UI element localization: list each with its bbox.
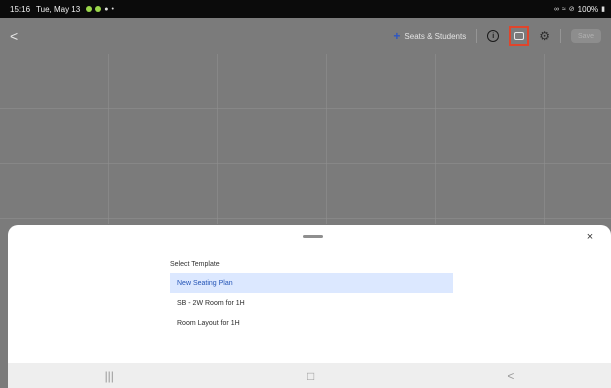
notification-icon [95,6,102,12]
recent-apps-button[interactable]: ||| [105,369,114,383]
wifi-icon: ≈ [561,5,566,13]
template-option-sb-2w-room[interactable]: SB - 2W Room for 1H [170,293,453,313]
home-button[interactable]: □ [307,369,314,383]
status-left: 15:16 Tue, May 13 ● • [10,5,114,14]
status-time: 15:16 [10,4,31,14]
plus-icon: + [393,29,401,43]
status-notification-icons: ● • [86,6,114,13]
toolbar-actions: + Seats & Students i ⚙ Save [393,26,601,46]
close-icon[interactable]: × [583,230,597,244]
toolbar-divider [560,29,561,43]
dnd-icon: ⊘ [568,6,575,13]
settings-gear-icon[interactable]: ⚙ [539,29,550,43]
battery-icon: ▮ [601,6,605,13]
system-back-button[interactable]: < [507,369,514,383]
layout-button[interactable] [509,26,530,46]
pin-icon: ● [104,5,109,13]
dot-icon: • [111,5,114,13]
info-icon[interactable]: i [487,30,500,42]
android-nav-bar: ||| □ < [8,363,611,388]
sheet-drag-handle[interactable] [303,235,323,238]
status-right: ∞ ≈ ⊘ 100% ▮ [554,5,605,14]
toolbar-divider [476,29,478,43]
back-button[interactable]: < [10,28,26,44]
template-list: New Seating Plan SB - 2W Room for 1H Roo… [170,273,453,333]
link-icon: ∞ [553,5,559,13]
seats-students-label: Seats & Students [404,31,467,41]
template-option-new-seating-plan[interactable]: New Seating Plan [170,273,453,293]
layout-icon [514,32,525,40]
notification-icon [86,6,93,12]
seating-canvas [0,54,611,224]
select-template-title: Select Template [170,261,220,268]
save-button[interactable]: Save [571,29,601,43]
status-date: Tue, May 13 [36,4,81,14]
template-bottom-sheet: × Select Template New Seating Plan SB - … [8,225,611,363]
seats-students-button[interactable]: + Seats & Students [393,29,466,43]
app-toolbar: < + Seats & Students i ⚙ Save [0,18,611,54]
template-option-room-layout[interactable]: Room Layout for 1H [170,313,453,333]
status-bar: 15:16 Tue, May 13 ● • ∞ ≈ ⊘ 100% ▮ [0,0,611,18]
battery-percent: 100% [577,4,599,14]
